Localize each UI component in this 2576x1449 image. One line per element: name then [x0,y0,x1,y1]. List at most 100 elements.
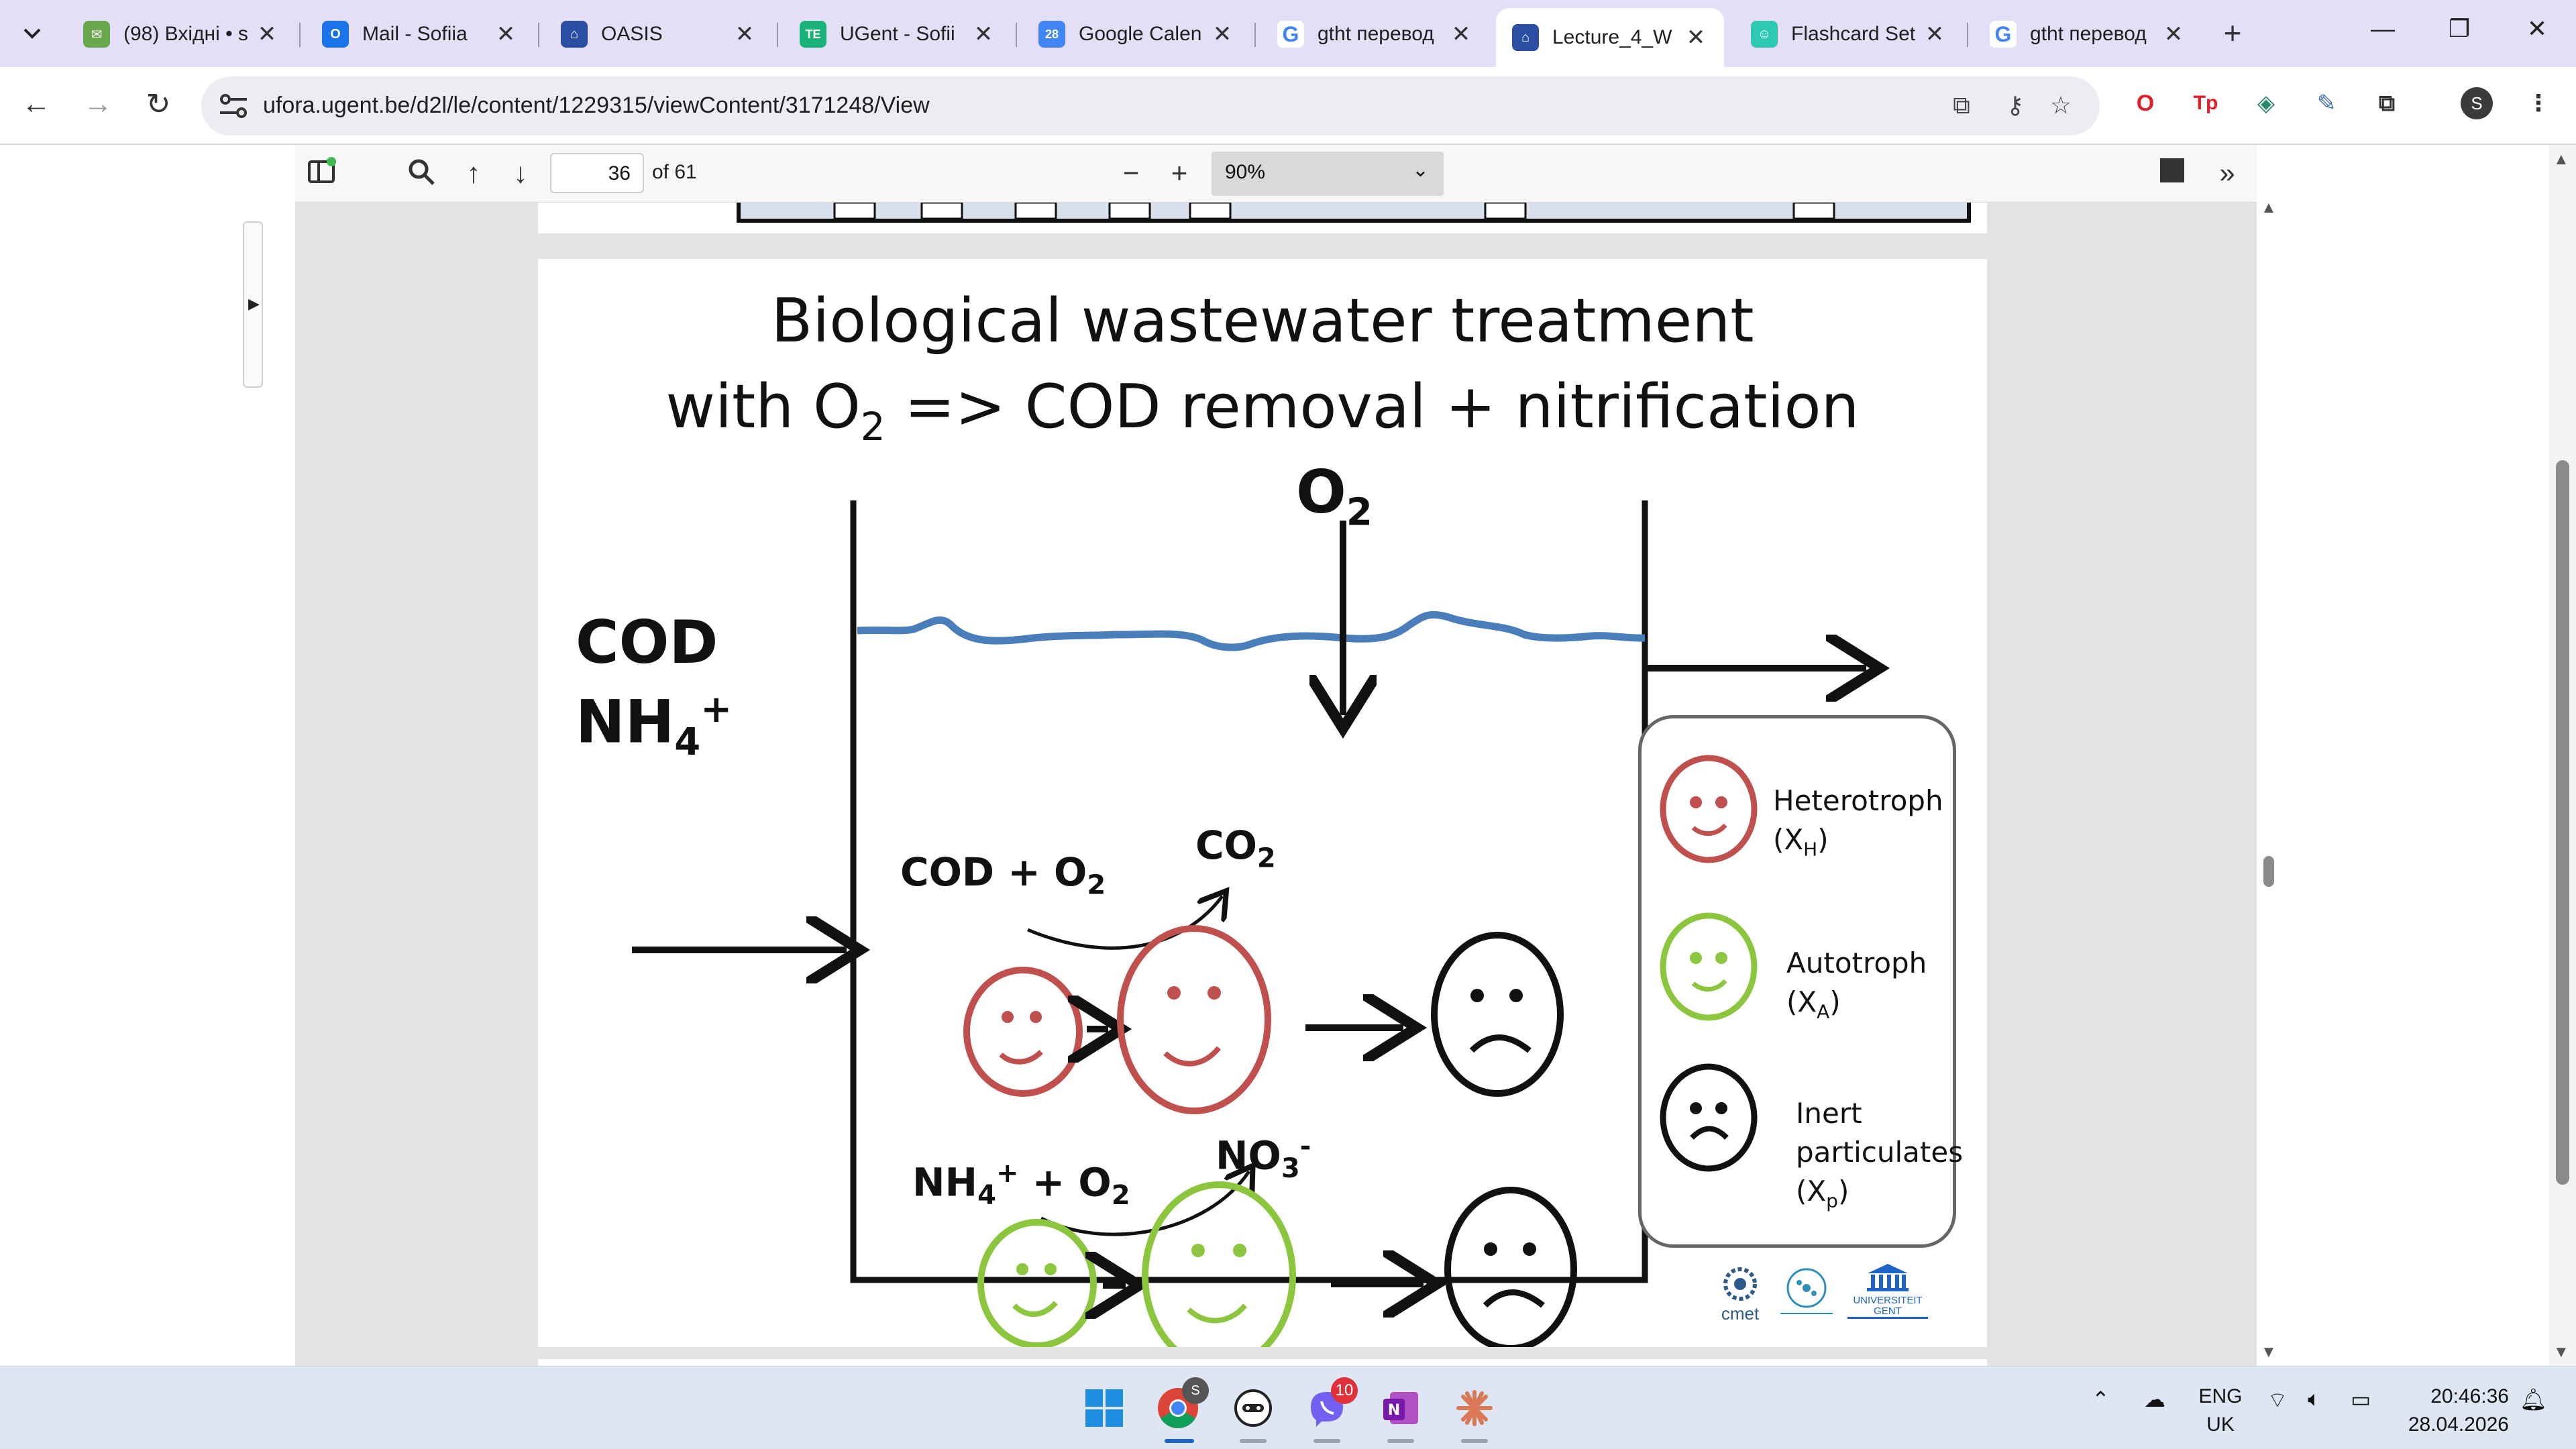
close-icon[interactable]: ✕ [494,21,518,48]
close-icon[interactable]: ✕ [1923,21,1947,48]
opera-extension-icon[interactable]: O [2127,85,2164,122]
viber-icon[interactable]: 10 [1301,1377,1358,1443]
scroll-down-icon[interactable]: ▼ [2553,1343,2569,1362]
page-scroll-thumb[interactable] [2556,460,2569,1185]
extensions-puzzle-icon[interactable]: ⧉ [2368,85,2406,122]
tab-inbox[interactable]: ✉ (98) Вхідні • s ✕ [67,9,295,59]
legend: Heterotroph (XH) Autotroph (XA) Inert pa… [1638,715,1963,1248]
bookmark-star-icon[interactable]: ☆ [2042,91,2080,119]
quizlet-icon: ☺ [1751,21,1778,48]
tab-flashcards[interactable]: ☺ Flashcard Set ✕ [1735,9,1963,59]
previous-page [538,203,1987,233]
pdf-scroll-thumb[interactable] [2263,856,2274,887]
pen-extension-icon[interactable]: ✎ [2308,85,2345,122]
close-icon[interactable]: ✕ [1210,21,1234,48]
inert-face-2 [1444,1187,1577,1347]
notification-bell-icon[interactable]: 🔔︎ [2520,1387,2547,1412]
inlet-nh4-label: NH4+ [576,687,733,764]
pdf-viewer: ↑ ↓ 36 of 61 − + 90% ⌄ » Biological wast… [295,145,2257,1366]
onenote-icon[interactable]: N [1375,1383,1426,1443]
page-total: of 61 [652,161,697,183]
zoom-out-icon[interactable]: − [1112,157,1150,189]
inlet-label: COD NH4+ [576,609,732,776]
menu-kebab-icon[interactable]: ⋮ [2520,85,2557,122]
tab-lecture[interactable]: ⌂ Lecture_4_W ✕ [1496,8,1724,67]
address-bar[interactable]: ufora.ugent.be/d2l/le/content/1229315/vi… [201,76,2100,136]
close-icon[interactable]: ✕ [2161,21,2186,48]
close-window-icon[interactable]: ✕ [2517,15,2557,43]
forward-icon[interactable]: → [78,87,118,121]
tab-label: Mail - Sofiia [362,23,468,45]
volume-icon[interactable]: 🔈︎ [2308,1387,2320,1412]
close-icon[interactable]: ✕ [733,21,757,48]
side-panel-toggle[interactable]: ▶ [243,221,263,388]
tab-mail[interactable]: O Mail - Sofiia ✕ [306,9,534,59]
caret-right-icon: ▶ [248,295,260,312]
scroll-up-icon[interactable]: ▲ [2261,199,2277,217]
university-icon: ⌂ [1512,24,1539,51]
tab-label: Lecture_4_W [1552,26,1672,48]
te-icon: TE [800,21,826,48]
sidebar-toggle-icon[interactable] [303,157,341,191]
profile-avatar[interactable]: S [2458,85,2496,122]
more-tools-icon[interactable]: » [2208,157,2246,189]
tab-label: UGent - Sofii [840,23,955,45]
close-icon[interactable]: ✕ [971,21,996,48]
legend-autotroph-face [1660,912,1758,1021]
product1-label: CO2 [1195,822,1276,874]
page-number-input[interactable]: 36 [550,153,644,193]
previous-page-icon[interactable]: ↑ [455,157,492,189]
windows-start-icon[interactable] [1079,1383,1130,1434]
close-icon[interactable]: ✕ [1684,24,1708,51]
back-icon[interactable]: ← [16,87,56,121]
mail-envelope-icon: ✉ [83,21,110,48]
tab-label: Flashcard Set [1791,23,1916,45]
leaf-extension-icon[interactable]: ◈ [2247,85,2285,122]
tp-extension-icon[interactable]: Tp [2187,85,2224,122]
scroll-up-icon[interactable]: ▲ [2553,150,2569,169]
zoom-in-icon[interactable]: + [1161,157,1198,189]
search-icon[interactable] [402,157,440,193]
tab-strip: ✉ (98) Вхідні • s ✕ O Mail - Sofiia ✕ ⌂ … [0,0,2576,67]
inlet-cod-label: COD [576,608,718,677]
reload-icon[interactable]: ↻ [138,87,178,121]
taskbar: S 10 N ⌃ ☁ ENG UK ⌔ 🔈︎ ▭ 20:46:36 28.04.… [0,1366,2576,1449]
legend-inert-face [1660,1063,1758,1172]
zoom-select[interactable]: 90% ⌄ [1212,152,1444,196]
pdf-scrollbar[interactable]: ▲ ▼ [2257,145,2281,1366]
tab-calendar[interactable]: 28 Google Calen ✕ [1022,9,1250,59]
password-key-icon[interactable]: ⚷ [1996,91,2034,119]
legend-inert-label: Inert particulates (Xp) [1796,1097,1964,1212]
tab-search-button[interactable] [12,15,52,52]
presentation-mode-icon[interactable] [2153,157,2191,191]
ollama-icon[interactable] [1228,1383,1279,1443]
tab-translate-2[interactable]: G gtht перевод ✕ [1974,9,2202,59]
next-page-icon[interactable]: ↓ [502,157,539,189]
tab-ugent[interactable]: TE UGent - Sofii ✕ [784,9,1012,59]
page-scrollbar[interactable]: ▲ ▼ [2549,145,2576,1366]
wifi-icon[interactable]: ⌔ [2267,1387,2288,1413]
language-indicator[interactable]: ENG UK [2194,1383,2247,1439]
claude-icon[interactable] [1449,1383,1500,1443]
new-tab-button[interactable]: + [2214,15,2251,51]
water-surface [857,610,1646,651]
tab-translate-1[interactable]: G gtht перевод ✕ [1261,9,1489,59]
faculty-logo [1776,1265,1837,1322]
restore-icon[interactable]: ❐ [2439,15,2479,43]
system-clock[interactable]: 20:46:36 28.04.2026 [2388,1383,2509,1439]
translate-icon[interactable]: ⧉ [1943,91,1980,120]
close-icon[interactable]: ✕ [1449,21,1473,48]
scroll-down-icon[interactable]: ▼ [2261,1343,2277,1362]
minimize-icon[interactable]: — [2363,15,2403,43]
battery-icon[interactable]: ▭ [2351,1387,2371,1412]
site-settings-icon[interactable] [217,91,250,121]
show-hidden-icons-icon[interactable]: ⌃ [2092,1387,2110,1412]
zoom-value: 90% [1225,161,1266,183]
o2-label: O2 [1296,458,1373,535]
onedrive-cloud-icon[interactable]: ☁ [2144,1387,2165,1412]
tab-oasis[interactable]: ⌂ OASIS ✕ [545,9,773,59]
chrome-icon[interactable]: S [1152,1377,1209,1443]
outlook-icon: O [322,21,349,48]
close-icon[interactable]: ✕ [255,21,279,48]
tab-label: (98) Вхідні • s [123,23,248,45]
